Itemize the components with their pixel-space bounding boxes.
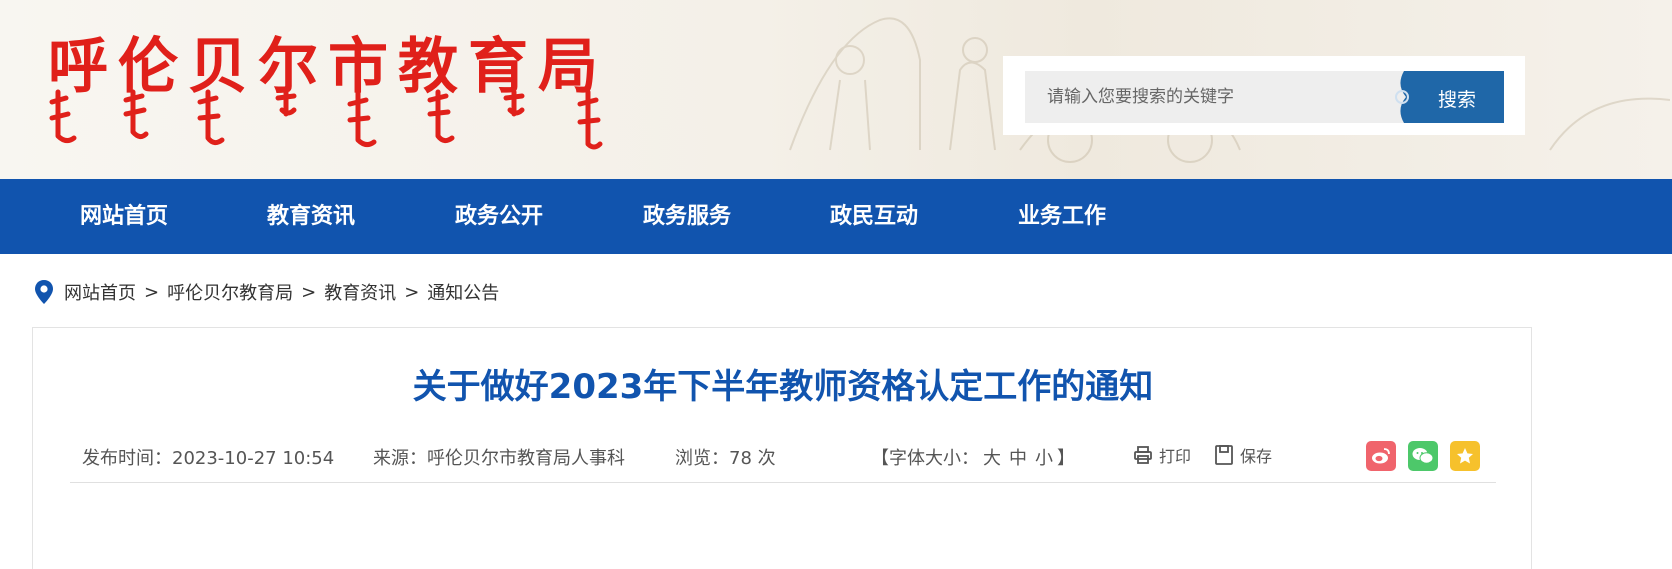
weibo-icon — [1372, 448, 1390, 464]
view-count-label: 浏览： — [675, 448, 729, 469]
nav-item-home[interactable]: 网站首页 — [80, 179, 168, 254]
save-icon — [1215, 445, 1233, 465]
location-pin-icon — [35, 280, 53, 304]
font-size-prefix: 【字体大小： — [871, 448, 979, 469]
font-size-small[interactable]: 小 — [1035, 448, 1053, 469]
save-label: 保存 — [1240, 447, 1273, 466]
nav-item-government-services[interactable]: 政务服务 — [643, 179, 731, 254]
breadcrumb: 网站首页 > 呼伦贝尔教育局 > 教育资讯 > 通知公告 — [34, 276, 499, 308]
view-count-unit: 次 — [757, 448, 776, 469]
search-button-notch — [1392, 71, 1410, 123]
mongolian-script-title — [49, 89, 603, 150]
share-wechat-button[interactable] — [1408, 441, 1438, 471]
print-label: 打印 — [1159, 447, 1192, 466]
breadcrumb-home[interactable]: 网站首页 — [64, 279, 136, 305]
printer-icon — [1134, 446, 1152, 464]
breadcrumb-separator: > — [404, 281, 420, 303]
breadcrumb-notices[interactable]: 通知公告 — [427, 279, 499, 305]
main-nav: 网站首页 教育资讯 政务公开 政务服务 政民互动 业务工作 — [0, 179, 1672, 254]
star-icon — [1457, 448, 1473, 464]
font-size-control: 【字体大小：大中小】 — [871, 444, 1075, 470]
print-button[interactable]: 打印 — [1133, 442, 1191, 468]
nav-item-business-work[interactable]: 业务工作 — [1018, 179, 1106, 254]
breadcrumb-bureau[interactable]: 呼伦贝尔教育局 — [167, 279, 293, 305]
breadcrumb-separator: > — [301, 281, 317, 303]
meta-divider — [70, 482, 1496, 483]
share-favorite-button[interactable] — [1450, 441, 1480, 471]
search-box: 搜索 — [1003, 56, 1525, 135]
font-size-suffix: 】 — [1057, 448, 1075, 469]
article-panel: 关于做好2023年下半年教师资格认定工作的通知 发布时间：2023-10-27 … — [32, 327, 1532, 569]
wechat-icon — [1412, 448, 1434, 464]
view-count: 浏览：78 次 — [675, 444, 776, 470]
nav-item-public-interaction[interactable]: 政民互动 — [830, 179, 918, 254]
search-button[interactable]: 搜索 — [1392, 71, 1504, 123]
nav-item-government-affairs[interactable]: 政务公开 — [455, 179, 543, 254]
save-button[interactable]: 保存 — [1214, 442, 1272, 468]
article-source: 来源：呼伦贝尔市教育局人事科 — [373, 448, 625, 469]
view-count-value: 78 — [729, 448, 752, 469]
breadcrumb-separator: > — [144, 281, 160, 303]
article-title: 关于做好2023年下半年教师资格认定工作的通知 — [412, 367, 1154, 407]
publish-time: 发布时间：2023-10-27 10:54 — [82, 448, 335, 469]
search-input[interactable] — [1025, 71, 1405, 123]
nav-item-education-news[interactable]: 教育资讯 — [267, 179, 355, 254]
font-size-large[interactable]: 大 — [983, 448, 1001, 469]
font-size-medium[interactable]: 中 — [1009, 448, 1027, 469]
breadcrumb-education-news[interactable]: 教育资讯 — [324, 279, 396, 305]
share-weibo-button[interactable] — [1366, 441, 1396, 471]
site-header: 呼伦贝尔市教育局 搜索 — [0, 0, 1672, 179]
search-button-label: 搜索 — [1438, 89, 1477, 111]
